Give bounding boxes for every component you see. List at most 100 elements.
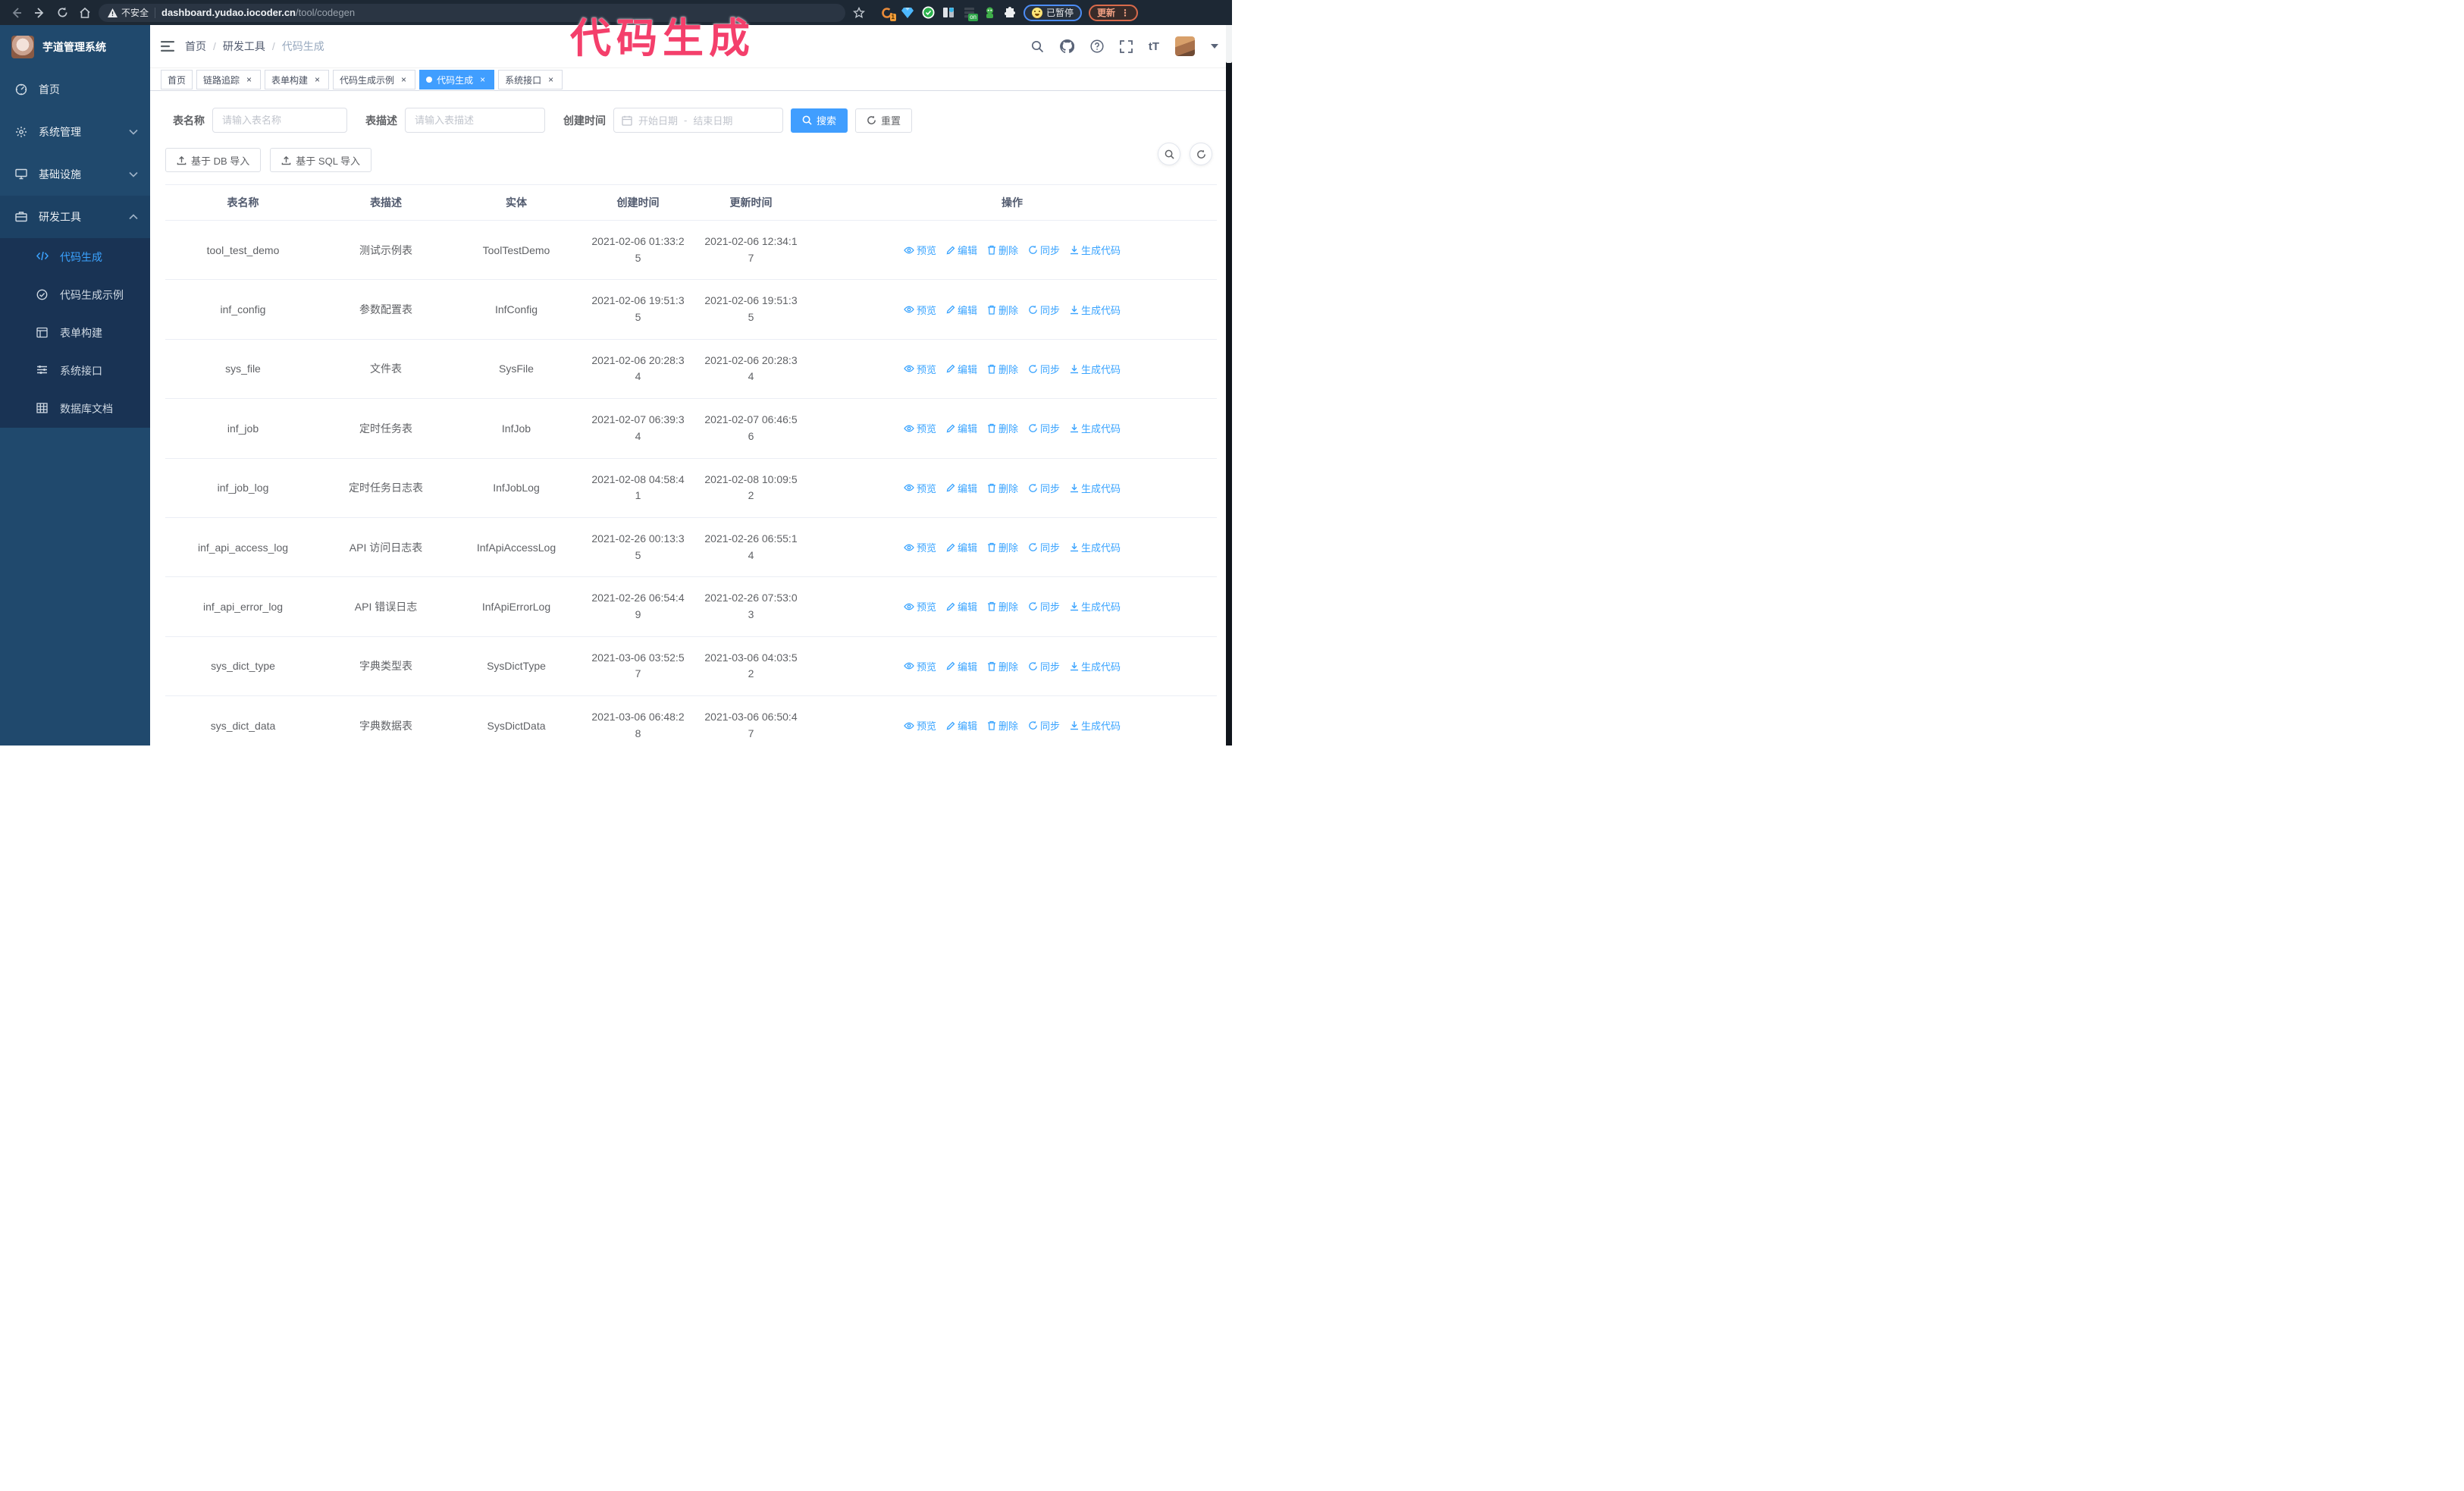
- sidebar-subitem-数据库文档[interactable]: 数据库文档: [0, 390, 150, 428]
- sidebar-subitem-代码生成示例[interactable]: 代码生成示例: [0, 276, 150, 314]
- tab-链路追踪[interactable]: 链路追踪 ×: [196, 70, 262, 89]
- import-sql-button[interactable]: 基于 SQL 导入: [270, 148, 372, 172]
- action-删除[interactable]: 删除: [987, 303, 1018, 317]
- breadcrumb-home[interactable]: 首页: [185, 39, 206, 54]
- chrome-update-button[interactable]: 更新 ⋮: [1089, 4, 1139, 21]
- collapse-sidebar-icon[interactable]: [161, 40, 174, 52]
- action-预览[interactable]: 预览: [904, 718, 936, 733]
- action-删除[interactable]: 删除: [987, 718, 1018, 733]
- breadcrumb-tools[interactable]: 研发工具: [223, 39, 265, 54]
- action-同步[interactable]: 同步: [1028, 243, 1060, 257]
- reload-icon[interactable]: [53, 4, 71, 22]
- reset-button[interactable]: 重置: [855, 108, 913, 133]
- help-icon[interactable]: [1090, 39, 1104, 53]
- search-button[interactable]: 搜索: [791, 108, 848, 133]
- extension-robot-icon[interactable]: [983, 6, 996, 20]
- action-生成代码[interactable]: 生成代码: [1070, 481, 1121, 495]
- sidebar-subitem-代码生成[interactable]: 代码生成: [0, 238, 150, 276]
- action-预览[interactable]: 预览: [904, 362, 936, 376]
- action-编辑[interactable]: 编辑: [946, 599, 977, 614]
- toggle-search-button[interactable]: [1158, 143, 1180, 165]
- tab-代码生成[interactable]: 代码生成 ×: [419, 70, 495, 89]
- browser-menu-dots-icon[interactable]: ⋮: [1121, 8, 1130, 18]
- action-生成代码[interactable]: 生成代码: [1070, 718, 1121, 733]
- sidebar-item-基础设施[interactable]: 基础设施: [0, 153, 150, 196]
- action-编辑[interactable]: 编辑: [946, 243, 977, 257]
- action-预览[interactable]: 预览: [904, 243, 936, 257]
- action-生成代码[interactable]: 生成代码: [1070, 243, 1121, 257]
- action-删除[interactable]: 删除: [987, 659, 1018, 673]
- extension-refresh-icon[interactable]: 1: [880, 6, 896, 21]
- action-预览[interactable]: 预览: [904, 540, 936, 554]
- security-warning[interactable]: 不安全: [108, 6, 149, 19]
- action-删除[interactable]: 删除: [987, 481, 1018, 495]
- action-同步[interactable]: 同步: [1028, 540, 1060, 554]
- tab-系统接口[interactable]: 系统接口 ×: [498, 70, 563, 89]
- extension-tabs-on-icon[interactable]: on: [962, 6, 978, 21]
- action-预览[interactable]: 预览: [904, 599, 936, 614]
- action-删除[interactable]: 删除: [987, 540, 1018, 554]
- action-同步[interactable]: 同步: [1028, 599, 1060, 614]
- sidebar-item-系统管理[interactable]: 系统管理: [0, 111, 150, 153]
- table-name-input[interactable]: [212, 108, 347, 133]
- action-同步[interactable]: 同步: [1028, 718, 1060, 733]
- user-menu-caret-icon[interactable]: [1211, 44, 1218, 49]
- close-tab-icon[interactable]: ×: [244, 75, 254, 85]
- action-编辑[interactable]: 编辑: [946, 421, 977, 435]
- sidebar-subitem-表单构建[interactable]: 表单构建: [0, 314, 150, 352]
- font-size-icon[interactable]: tT: [1149, 40, 1159, 53]
- action-生成代码[interactable]: 生成代码: [1070, 599, 1121, 614]
- action-同步[interactable]: 同步: [1028, 481, 1060, 495]
- address-bar[interactable]: 不安全 dashboard.yudao.iocoder.cn/tool/code…: [99, 3, 845, 22]
- table-desc-input[interactable]: [405, 108, 545, 133]
- sidebar-item-研发工具[interactable]: 研发工具: [0, 196, 150, 238]
- action-同步[interactable]: 同步: [1028, 421, 1060, 435]
- paused-extension-pill[interactable]: 已暂停: [1024, 4, 1083, 21]
- close-tab-icon[interactable]: ×: [399, 75, 409, 85]
- action-编辑[interactable]: 编辑: [946, 481, 977, 495]
- action-编辑[interactable]: 编辑: [946, 540, 977, 554]
- user-avatar[interactable]: [1175, 36, 1195, 56]
- action-预览[interactable]: 预览: [904, 481, 936, 495]
- extension-grid-icon[interactable]: [942, 6, 955, 20]
- tab-表单构建[interactable]: 表单构建 ×: [265, 70, 330, 89]
- extension-check-icon[interactable]: [921, 6, 935, 20]
- action-同步[interactable]: 同步: [1028, 659, 1060, 673]
- extensions-puzzle-icon[interactable]: [1003, 6, 1017, 20]
- sidebar-subitem-系统接口[interactable]: 系统接口: [0, 352, 150, 390]
- app-logo[interactable]: 芋道管理系统: [0, 25, 150, 68]
- action-删除[interactable]: 删除: [987, 421, 1018, 435]
- action-生成代码[interactable]: 生成代码: [1070, 540, 1121, 554]
- close-tab-icon[interactable]: ×: [312, 75, 322, 85]
- action-生成代码[interactable]: 生成代码: [1070, 421, 1121, 435]
- home-icon[interactable]: [76, 4, 94, 22]
- forward-icon[interactable]: [30, 4, 49, 22]
- sidebar-item-首页[interactable]: 首页: [0, 68, 150, 111]
- close-tab-icon[interactable]: ×: [546, 75, 556, 85]
- bookmark-star-icon[interactable]: [850, 4, 868, 22]
- action-删除[interactable]: 删除: [987, 599, 1018, 614]
- action-编辑[interactable]: 编辑: [946, 659, 977, 673]
- action-预览[interactable]: 预览: [904, 303, 936, 317]
- action-同步[interactable]: 同步: [1028, 362, 1060, 376]
- tab-代码生成示例[interactable]: 代码生成示例 ×: [333, 70, 416, 89]
- action-预览[interactable]: 预览: [904, 421, 936, 435]
- date-range-picker[interactable]: 开始日期 - 结束日期: [613, 108, 783, 133]
- tab-首页[interactable]: 首页: [161, 70, 193, 89]
- action-生成代码[interactable]: 生成代码: [1070, 659, 1121, 673]
- action-预览[interactable]: 预览: [904, 659, 936, 673]
- window-edge-scrollbar[interactable]: [1226, 25, 1232, 746]
- action-删除[interactable]: 删除: [987, 243, 1018, 257]
- close-tab-icon[interactable]: ×: [478, 75, 487, 85]
- extension-diamond-icon[interactable]: [901, 6, 914, 20]
- header-search-icon[interactable]: [1031, 40, 1044, 53]
- action-生成代码[interactable]: 生成代码: [1070, 362, 1121, 376]
- action-同步[interactable]: 同步: [1028, 303, 1060, 317]
- action-编辑[interactable]: 编辑: [946, 718, 977, 733]
- back-icon[interactable]: [8, 4, 26, 22]
- action-删除[interactable]: 删除: [987, 362, 1018, 376]
- fullscreen-icon[interactable]: [1119, 39, 1133, 53]
- import-db-button[interactable]: 基于 DB 导入: [165, 148, 262, 172]
- refresh-table-button[interactable]: [1190, 143, 1212, 165]
- action-编辑[interactable]: 编辑: [946, 362, 977, 376]
